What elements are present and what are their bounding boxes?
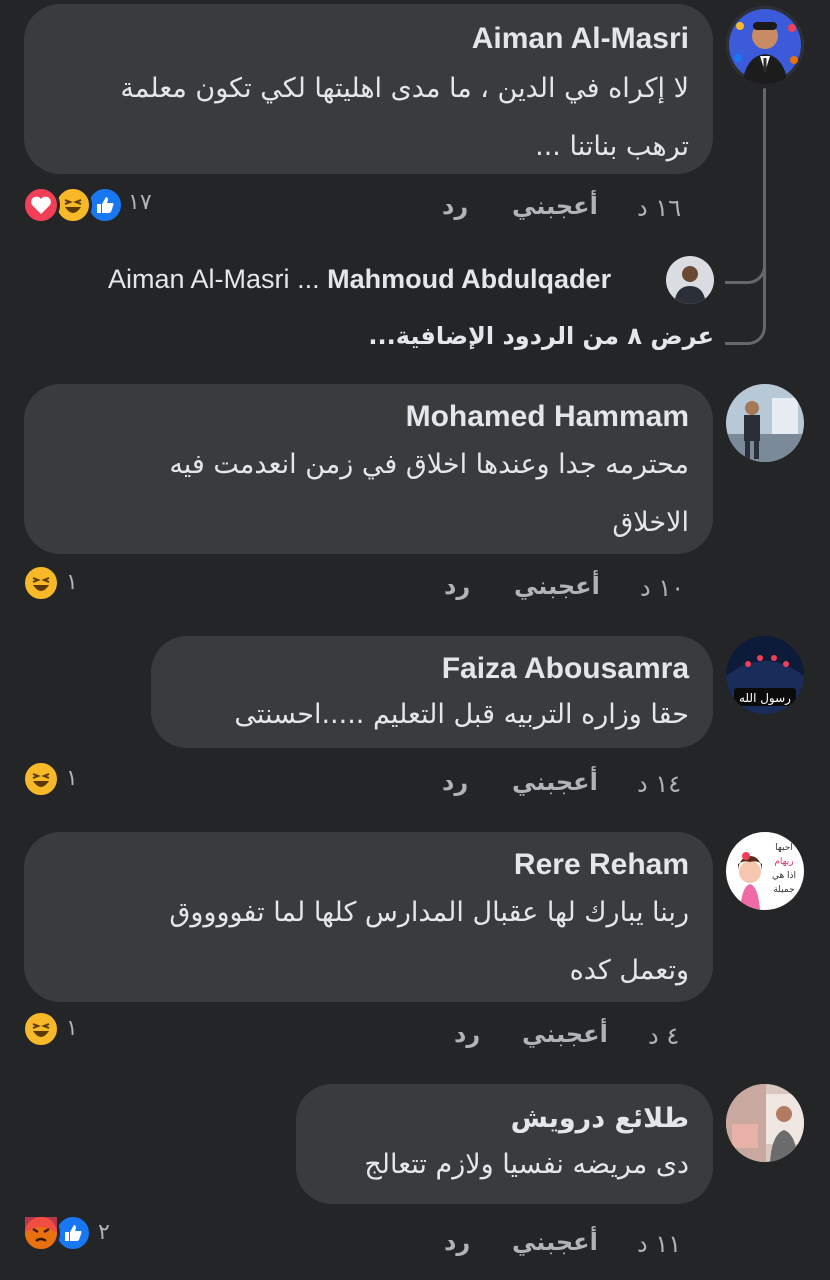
comment-text-line: ربنا يبارك لها عقبال المدارس كلها لما تف… — [169, 897, 689, 928]
reactions-summary[interactable] — [22, 1214, 94, 1252]
reaction-count[interactable]: ١٧ — [128, 190, 152, 215]
comment-time[interactable]: ١٦ د — [637, 194, 681, 222]
comment-text-line: محترمه جدا وعندها اخلاق في زمن انعدمت في… — [169, 449, 689, 480]
reply-button[interactable]: رد — [444, 1228, 470, 1256]
avatar-caption: جميلة — [773, 885, 794, 895]
haha-reaction-icon[interactable] — [22, 760, 60, 798]
reply-preview[interactable]: Aiman Al-Masri ... Mahmoud Abdulqader — [108, 264, 653, 300]
comment-time[interactable]: ٤ د — [648, 1022, 679, 1050]
comment-text-line: دى مريضه نفسيا ولازم تتعالج — [364, 1149, 689, 1180]
like-button[interactable]: أعجبني — [514, 572, 600, 600]
comment-bubble: طلائع درويش دى مريضه نفسيا ولازم تتعالج — [296, 1084, 713, 1204]
love-reaction-icon — [22, 186, 60, 224]
avatar[interactable]: رسول الله — [726, 636, 804, 714]
like-button[interactable]: أعجبني — [512, 1228, 598, 1256]
thread-line — [763, 88, 766, 324]
comment-bubble: Faiza Abousamra حقا وزاره التربيه قبل ال… — [151, 636, 713, 748]
comment-text-line: الاخلاق — [612, 507, 689, 538]
reply-button[interactable]: رد — [442, 192, 468, 220]
reply-button[interactable]: رد — [442, 768, 468, 796]
comment-time[interactable]: ١٠ د — [640, 574, 684, 602]
like-button[interactable]: أعجبني — [522, 1020, 608, 1048]
comment-author[interactable]: Aiman Al-Masri — [54, 22, 689, 56]
comment-text: دى مريضه نفسيا ولازم تتعالج — [320, 1136, 689, 1194]
avatar-caption: احبها — [775, 843, 793, 853]
comment-text: حقا وزاره التربيه قبل التعليم .....احسنت… — [175, 686, 689, 744]
reaction-count[interactable]: ٢ — [98, 1220, 110, 1245]
comment-author[interactable]: Rere Reham — [54, 848, 689, 882]
comment-author[interactable]: طلائع درويش — [320, 1102, 689, 1136]
comment-time[interactable]: ١١ د — [637, 1230, 681, 1258]
reply-button[interactable]: رد — [454, 1020, 480, 1048]
comment-text-line: ترهب بناتنا ... — [535, 131, 689, 162]
avatar[interactable] — [726, 1084, 804, 1162]
comment-text-line: حقا وزاره التربيه قبل التعليم .....احسنت… — [234, 699, 689, 730]
reply-preview-author: Mahmoud Abdulqader — [327, 264, 612, 294]
reactions-summary[interactable] — [22, 186, 128, 224]
comment-bubble: Aiman Al-Masri لا إكراه في الدين ، ما مد… — [24, 4, 713, 174]
avatar[interactable]: احبها ريهام اذا هي جميلة — [726, 832, 804, 910]
comment-author[interactable]: Faiza Abousamra — [175, 652, 689, 686]
comment-text: ربنا يبارك لها عقبال المدارس كلها لما تف… — [54, 884, 689, 1000]
comment-time[interactable]: ١٤ د — [637, 770, 681, 798]
avatar[interactable] — [666, 256, 714, 304]
like-button[interactable]: أعجبني — [512, 768, 598, 796]
haha-reaction-icon[interactable] — [22, 564, 60, 602]
haha-reaction-icon[interactable] — [22, 1010, 60, 1048]
avatar-caption: رسول الله — [739, 691, 791, 706]
avatar[interactable] — [726, 384, 804, 462]
reply-button[interactable]: رد — [444, 572, 470, 600]
comment-author[interactable]: Mohamed Hammam — [54, 400, 689, 434]
comment-text-line: وتعمل كده — [569, 955, 689, 986]
reaction-count[interactable]: ١ — [66, 570, 78, 595]
reply-preview-ellipsis: ... — [297, 264, 320, 294]
reaction-count[interactable]: ١ — [66, 766, 78, 791]
angry-reaction-icon — [22, 1214, 60, 1252]
thread-connector — [725, 305, 766, 345]
comment-text: محترمه جدا وعندها اخلاق في زمن انعدمت في… — [54, 436, 689, 552]
view-more-replies[interactable]: عرض ٨ من الردود الإضافية... — [368, 322, 714, 350]
like-button[interactable]: أعجبني — [512, 192, 598, 220]
comment-text: لا إكراه في الدين ، ما مدى اهليتها لكي ت… — [54, 60, 689, 176]
avatar[interactable] — [726, 6, 804, 84]
thread-connector — [725, 252, 766, 284]
comment-bubble: Mohamed Hammam محترمه جدا وعندها اخلاق ف… — [24, 384, 713, 554]
comment-text-line: لا إكراه في الدين ، ما مدى اهليتها لكي ت… — [120, 73, 689, 104]
avatar-caption: ريهام — [774, 857, 793, 867]
reply-preview-mention: Aiman Al-Masri — [108, 264, 290, 294]
comment-bubble: Rere Reham ربنا يبارك لها عقبال المدارس … — [24, 832, 713, 1002]
reaction-count[interactable]: ١ — [66, 1016, 78, 1041]
avatar-caption: اذا هي — [772, 871, 796, 881]
